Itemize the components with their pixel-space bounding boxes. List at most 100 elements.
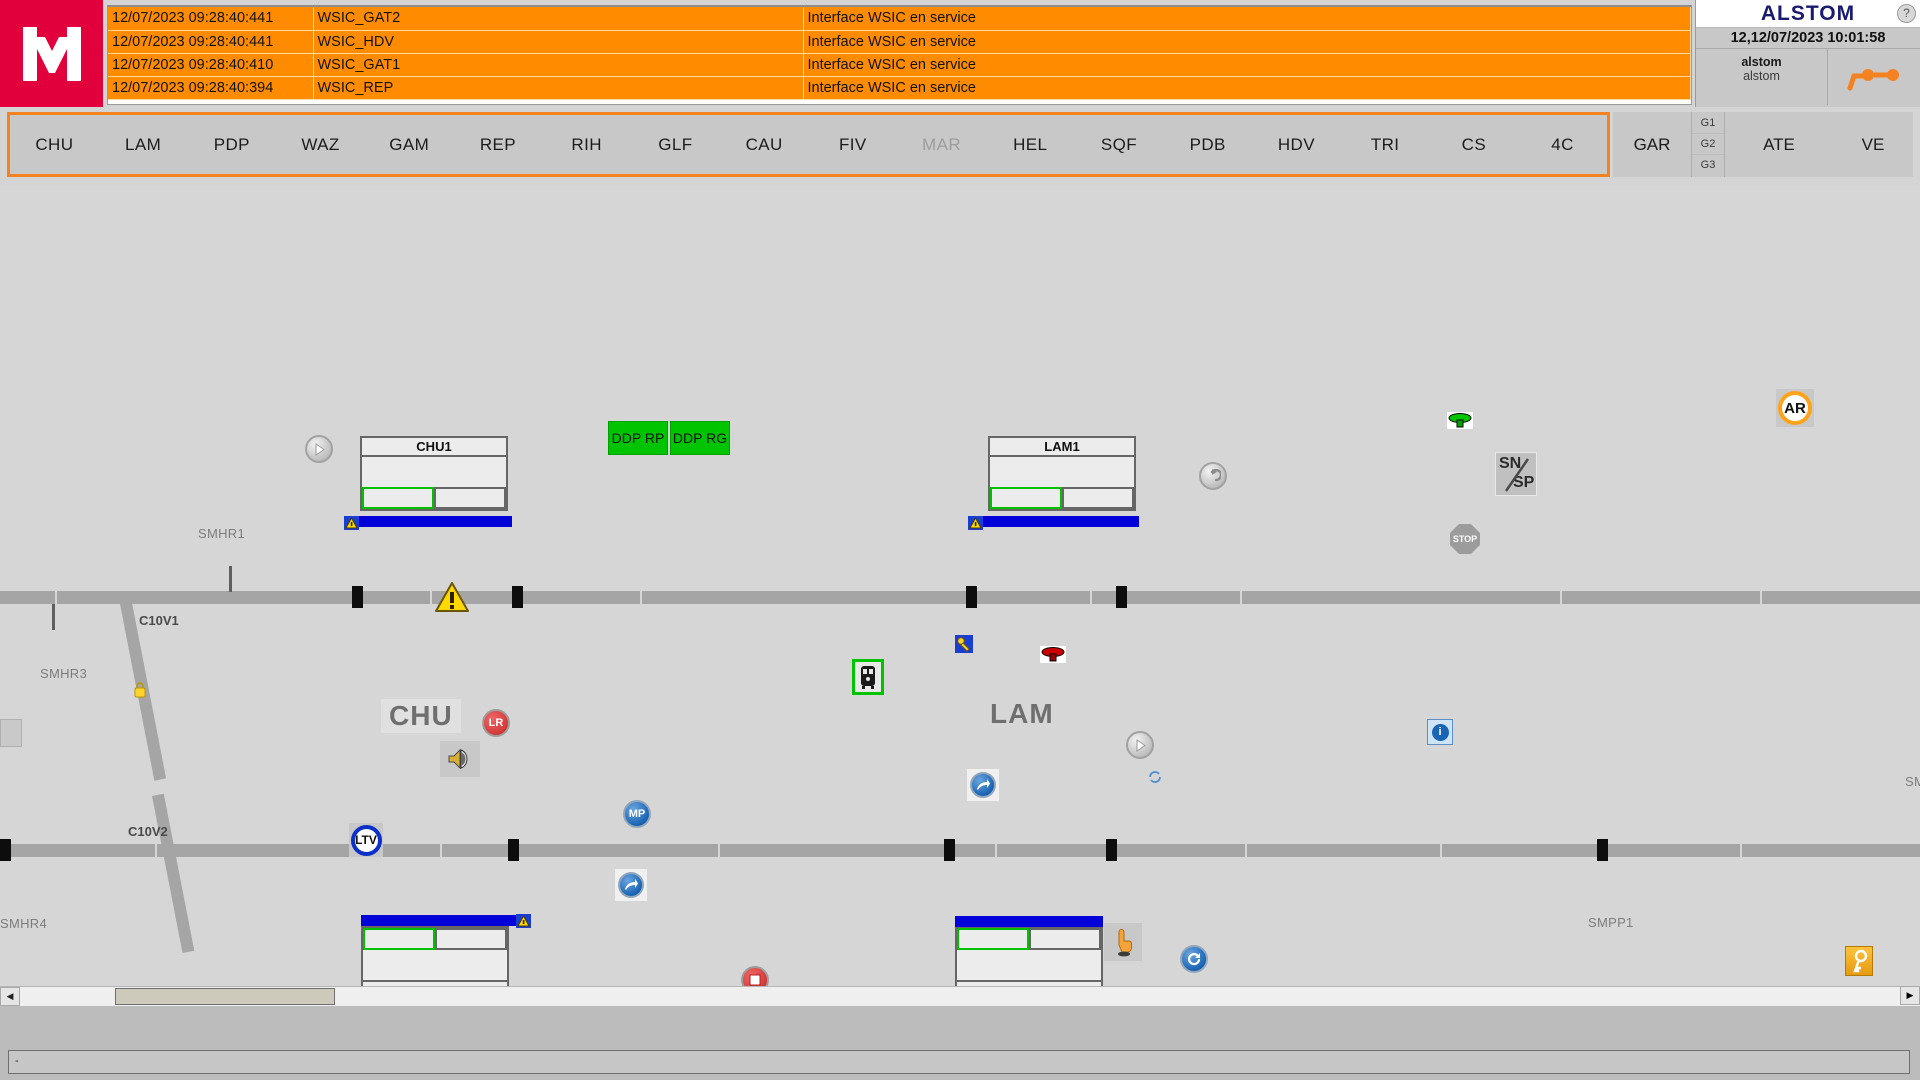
panel-lam1-cell-left[interactable] [990,487,1062,509]
padlock-icon[interactable] [133,681,147,703]
panel-chu2-cell-left[interactable] [363,928,435,950]
tab-lam[interactable]: LAM [99,135,188,155]
panel-lam2-cell-right[interactable] [1029,928,1101,950]
alarm-table[interactable]: 12/07/2023 09:28:40:441 WSIC_GAT2 Interfac… [108,7,1691,100]
mushroom-button-red[interactable] [1040,646,1066,663]
ddp-rp-button[interactable]: DDP RP [608,421,668,455]
scroll-right-arrow[interactable]: ▶ [1900,986,1920,1005]
station-label-lam[interactable]: LAM [982,697,1062,731]
tab-4c[interactable]: 4C [1518,135,1607,155]
panel-chu2-cell-right[interactable] [435,928,507,950]
panel-chu1-cell-right[interactable] [434,487,506,509]
group-g2[interactable]: G2 [1692,134,1724,155]
tab-ate[interactable]: ATE [1725,135,1833,155]
panel-chu2-cells[interactable] [363,928,507,950]
group-selector[interactable]: G1 G2 G3 [1691,112,1725,177]
play-button-grey[interactable] [305,435,333,463]
ddp-rg-button[interactable]: DDP RG [670,421,730,455]
track-upper[interactable] [0,591,1920,604]
speaker-icon[interactable] [440,741,480,777]
hand-press-icon[interactable] [1104,923,1142,961]
forward-arrow-icon[interactable] [615,869,647,901]
tab-rih[interactable]: RIH [542,135,631,155]
panel-lam1-cells[interactable] [990,487,1134,509]
maintenance-key-icon[interactable] [955,635,973,653]
ltv-badge-container[interactable]: LTV [349,823,383,857]
sync-icon[interactable] [1148,770,1162,784]
tab-waz[interactable]: WAZ [276,135,365,155]
tab-cs[interactable]: CS [1430,135,1519,155]
mp-badge-button[interactable]: MP [623,800,651,828]
horizontal-scrollbar[interactable]: ◀ [0,986,1920,1006]
panel-lam1-box[interactable]: LAM1 [988,436,1136,511]
info-box-icon[interactable]: i [1427,719,1453,745]
crossover-track-lower[interactable] [152,793,195,954]
sn-sp-toggle[interactable]: SN SP [1495,452,1537,496]
stop-button[interactable]: STOP [1450,524,1480,554]
key-icon[interactable] [1845,946,1873,976]
panel-lam2-cells[interactable] [957,928,1101,950]
train-icon[interactable] [852,659,884,695]
tab-fiv[interactable]: FIV [808,135,897,155]
track-lower[interactable] [0,844,1920,857]
tab-pdp[interactable]: PDP [187,135,276,155]
tab-sqf[interactable]: SQF [1075,135,1164,155]
panel-lam1-cell-right[interactable] [1062,487,1134,509]
tab-glf[interactable]: GLF [631,135,720,155]
panel-chu2[interactable]: CHU2 [361,926,509,986]
panel-chu2-box[interactable]: CHU2 [361,926,509,986]
panel-chu1-box[interactable]: CHU1 [360,436,508,511]
alarm-row[interactable]: 12/07/2023 09:28:40:410 WSIC_GAT1 Interfac… [108,53,1691,77]
ar-badge-container[interactable]: AR [1776,389,1814,427]
alarm-list[interactable]: 12/07/2023 09:28:40:441 WSIC_GAT2 Interfac… [107,5,1692,105]
tab-hdv[interactable]: HDV [1252,135,1341,155]
tab-rep[interactable]: REP [454,135,543,155]
panel-lam2-status-bar[interactable] [955,916,1103,927]
station-tab-bar[interactable]: CHU LAM PDP WAZ GAM REP RIH GLF CAU FIV MAR HEL SQF P… [7,112,1610,177]
panel-chu1-cell-left[interactable] [362,487,434,509]
lr-badge-button[interactable]: LR [482,709,510,737]
panel-chu2-status-bar[interactable] [361,915,516,926]
forward-arrow-button[interactable] [618,872,644,898]
panel-lam2[interactable]: LAM2 [955,926,1103,986]
forward-arrow-button[interactable] [970,772,996,798]
warning-badge-icon[interactable] [344,516,359,530]
panel-chu1-cells[interactable] [362,487,506,509]
forward-arrow-icon[interactable] [967,769,999,801]
undo-button-grey[interactable] [1199,462,1227,490]
tab-chu[interactable]: CHU [10,135,99,155]
group-g3[interactable]: G3 [1692,155,1724,176]
scroll-thumb[interactable] [115,988,335,1005]
alarm-row[interactable]: 12/07/2023 09:28:40:394 WSIC_REP Interface… [108,76,1691,100]
alarm-row[interactable]: 12/07/2023 09:28:40:441 WSIC_GAT2 Interfac… [108,7,1691,31]
alarm-row[interactable]: 12/07/2023 09:28:40:441 WSIC_HDV Interface… [108,30,1691,54]
panel-lam2-box[interactable]: LAM2 [955,926,1103,986]
help-icon[interactable]: ? [1897,4,1916,23]
play-button-grey[interactable] [1126,731,1154,759]
scroll-left-arrow[interactable]: ◀ [0,987,20,1006]
tab-ve[interactable]: VE [1833,135,1913,155]
panel-lam1[interactable]: LAM1 [988,436,1136,511]
panel-chu1-status-bar[interactable] [351,516,512,527]
stop-square-button[interactable] [741,966,769,986]
tab-cau[interactable]: CAU [720,135,809,155]
panel-chu1[interactable]: CHU1 [360,436,508,511]
warning-badge-icon[interactable] [516,914,531,928]
warning-badge-icon[interactable] [968,516,983,530]
tab-tri[interactable]: TRI [1341,135,1430,155]
panel-lam2-cell-left[interactable] [957,928,1029,950]
nav-right-group[interactable]: GAR G1 G2 G3 ATE VE [1613,112,1913,177]
station-label-chu[interactable]: CHU [381,699,461,733]
ar-badge-button[interactable]: AR [1778,391,1812,425]
tab-pdb[interactable]: PDB [1163,135,1252,155]
group-g1[interactable]: G1 [1692,113,1724,134]
tab-gam[interactable]: GAM [365,135,454,155]
tab-gar[interactable]: GAR [1613,135,1691,155]
tab-hel[interactable]: HEL [986,135,1075,155]
synoptic-canvas[interactable]: SMHR1 SMHR3 SMHR4 SMPP1 SM C10V1 C10V2 C… [0,186,1920,986]
network-status-icon[interactable] [1828,49,1920,105]
warning-triangle-icon[interactable] [435,581,469,618]
panel-lam1-status-bar[interactable] [975,516,1139,527]
reset-loop-button[interactable] [1180,945,1208,973]
mushroom-button-green[interactable] [1447,412,1473,429]
